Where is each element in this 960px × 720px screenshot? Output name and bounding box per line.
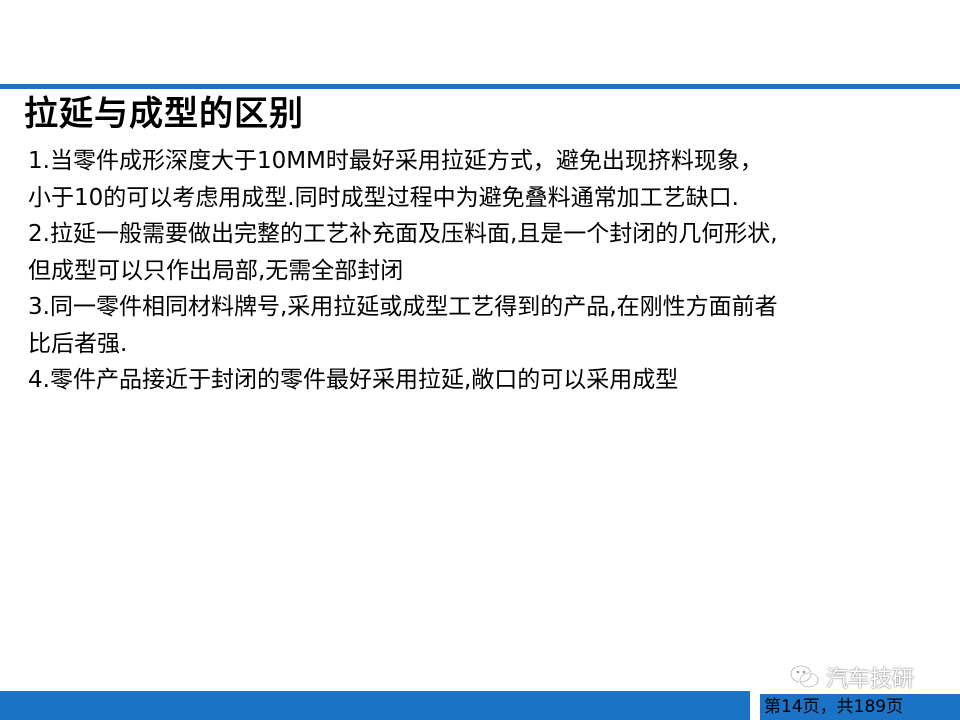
footer-bar xyxy=(0,691,750,720)
body-line: 小于10的可以考虑用成型.同时成型过程中为避免叠料通常加工艺缺口. xyxy=(28,184,739,211)
page-counter: 第14页，共189页 xyxy=(760,694,960,720)
slide-body: 1.当零件成形深度大于10MM时最好采用拉延方式，避免出现挤料现象， 小于10的… xyxy=(28,143,908,399)
watermark: 汽车技研 xyxy=(790,660,914,694)
watermark-text: 汽车技研 xyxy=(826,667,915,692)
body-line: 2.拉延一般需要做出完整的工艺补充面及压料面,且是一个封闭的几何形状, xyxy=(28,221,778,247)
wechat-icon xyxy=(790,665,819,688)
slide-title: 拉延与成型的区别 xyxy=(24,94,304,134)
body-line: 比后者强. xyxy=(28,330,128,357)
body-line: 1.当零件成形深度大于10MM时最好采用拉延方式，避免出现挤料现象， xyxy=(28,148,763,174)
body-line: 4.零件产品接近于封闭的零件最好采用拉延,敞口的可以采用成型 xyxy=(28,367,679,393)
body-line: 3.同一零件相同材料牌号,采用拉延或成型工艺得到的产品,在刚性方面前者 xyxy=(28,294,778,320)
header-rule xyxy=(0,84,960,89)
body-line: 但成型可以只作出局部,无需全部封闭 xyxy=(28,257,404,284)
